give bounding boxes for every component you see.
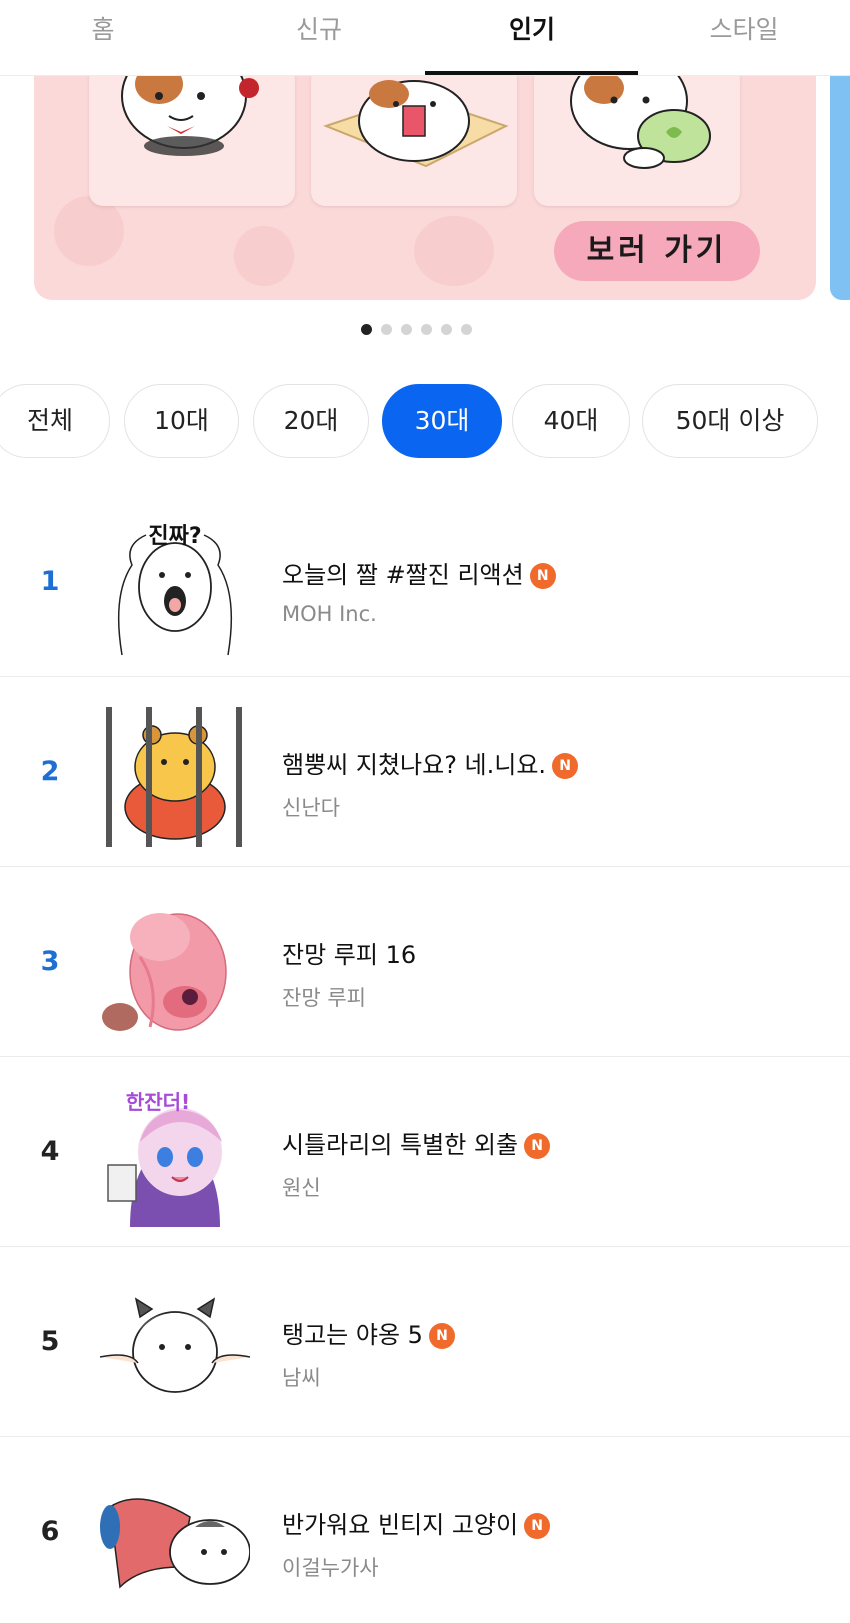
pagination-dot[interactable] [381,324,392,335]
tab-style[interactable]: 스타일 [644,0,844,76]
sticker-title-text: 탱고는 야옹 5 [282,1321,423,1349]
vintage-cat-sticker-icon [100,1498,251,1589]
active-tab-indicator [425,71,638,75]
sticker-title-text: 햄뿡씨 지쳤나요? 네.니요. [282,751,547,779]
ranking-row[interactable]: 4 한잔더! 시틀라리의 특별한 외출 N 원신 [0,1057,850,1247]
top-tab-bar: 홈 신규 인기 스타일 [0,0,850,76]
sticker-creator: MOH Inc. [282,602,377,626]
filter-chip-10s[interactable]: 10대 [124,384,239,458]
anime-girl-sticker-icon: 한잔더! [107,1090,222,1227]
sticker-title-text: 반가워요 빈티지 고양이 [282,1511,519,1539]
pagination-dot[interactable] [421,324,432,335]
sticker-title: 햄뿡씨 지쳤나요? 네.니요. N [282,745,579,780]
sticker-title: 시틀라리의 특별한 외출 N [282,1125,551,1160]
sticker-thumbnail [100,897,250,1037]
filter-chip-40s[interactable]: 40대 [512,384,630,458]
filter-chip-50s-plus[interactable]: 50대 이상 [642,384,818,458]
hamster-sticker-icon [121,76,259,156]
sticker-title-text: 잔망 루피 16 [282,941,417,969]
carousel-pagination [361,320,481,335]
sticker-title-text: 오늘의 짤 #짤진 리액션 [282,561,524,589]
ranking-row[interactable]: 6 반가워요 빈티지 고양이 N 이걸누가사 [0,1437,850,1623]
tab-new[interactable]: 신규 [219,0,419,76]
beaver-sticker-icon [102,913,227,1031]
sticker-thumbnail: 진짜? [100,517,250,657]
ranking-row[interactable]: 3 잔망 루피 16 잔망 루피 [0,867,850,1057]
rank-number: 5 [40,1326,60,1357]
ranking-row[interactable]: 5 탱고는 야옹 5N 남씨 [0,1247,850,1437]
rank-number: 6 [40,1516,60,1547]
pagination-dot[interactable] [461,324,472,335]
tab-home[interactable]: 홈 [3,0,203,76]
hamster-sticker-icon [323,80,509,168]
sticker-caption: 진짜? [148,524,201,549]
pagination-dot[interactable] [441,324,452,335]
sticker-title: 탱고는 야옹 5N [282,1315,455,1350]
banner-decoration [414,216,494,286]
caged-hamster-sticker-icon [106,707,242,847]
ranking-row[interactable]: 1 진짜? 오늘의 짤 #짤진 리액션 N MOH Inc. [0,487,850,677]
filter-chip-20s[interactable]: 20대 [253,384,369,458]
new-badge: N [428,1323,455,1349]
tab-popular[interactable]: 인기 [432,0,632,76]
promo-banner[interactable]: 보러 가기 [34,76,816,300]
banner-sticker-card [534,76,740,206]
sticker-thumbnail: 한잔더! [100,1087,250,1227]
new-badge: N [552,753,579,779]
sticker-title: 반가워요 빈티지 고양이 N [282,1505,551,1540]
pagination-dot[interactable] [401,324,412,335]
sticker-creator: 신난다 [282,796,340,820]
sticker-thumbnail [100,707,250,847]
sticker-title: 오늘의 짤 #짤진 리액션 N [282,555,556,590]
new-badge: N [524,1513,551,1539]
sticker-thumbnail [99,1277,251,1417]
ranking-row[interactable]: 2 햄뿡씨 지쳤나요? 네.니요. N 신난다 [0,677,850,867]
sticker-creator: 이걸누가사 [282,1556,379,1580]
sticker-title-text: 시틀라리의 특별한 외출 [282,1131,519,1159]
hamster-sticker-icon [570,76,711,169]
banner-decoration [234,226,294,286]
filter-chip-all[interactable]: 전체 [0,384,110,458]
rank-number: 2 [40,756,60,787]
sticker-thumbnail [100,1467,251,1607]
sticker-creator: 원신 [282,1176,321,1200]
sticker-creator: 잔망 루피 [282,986,366,1010]
rank-number: 4 [40,1136,60,1167]
banner-decoration [54,196,124,266]
banner-sticker-card [89,76,295,206]
rank-number: 1 [40,566,60,597]
age-filter-bar: 전체 10대 20대 30대 40대 50대 이상 [0,384,850,460]
banner-view-button[interactable]: 보러 가기 [554,221,760,281]
sticker-caption: 한잔더! [126,1090,190,1114]
new-badge: N [529,563,556,589]
filter-chip-30s[interactable]: 30대 [382,384,502,458]
rank-number: 3 [40,946,60,977]
pagination-dot[interactable] [361,324,372,335]
cat-sticker-icon [99,1297,251,1393]
next-banner-peek[interactable] [830,76,850,300]
new-badge: N [524,1133,551,1159]
sticker-title: 잔망 루피 16 [282,935,416,970]
shocked-face-sticker-icon: 진짜? [117,524,233,656]
banner-sticker-card [311,76,517,206]
sticker-creator: 남씨 [282,1366,321,1390]
